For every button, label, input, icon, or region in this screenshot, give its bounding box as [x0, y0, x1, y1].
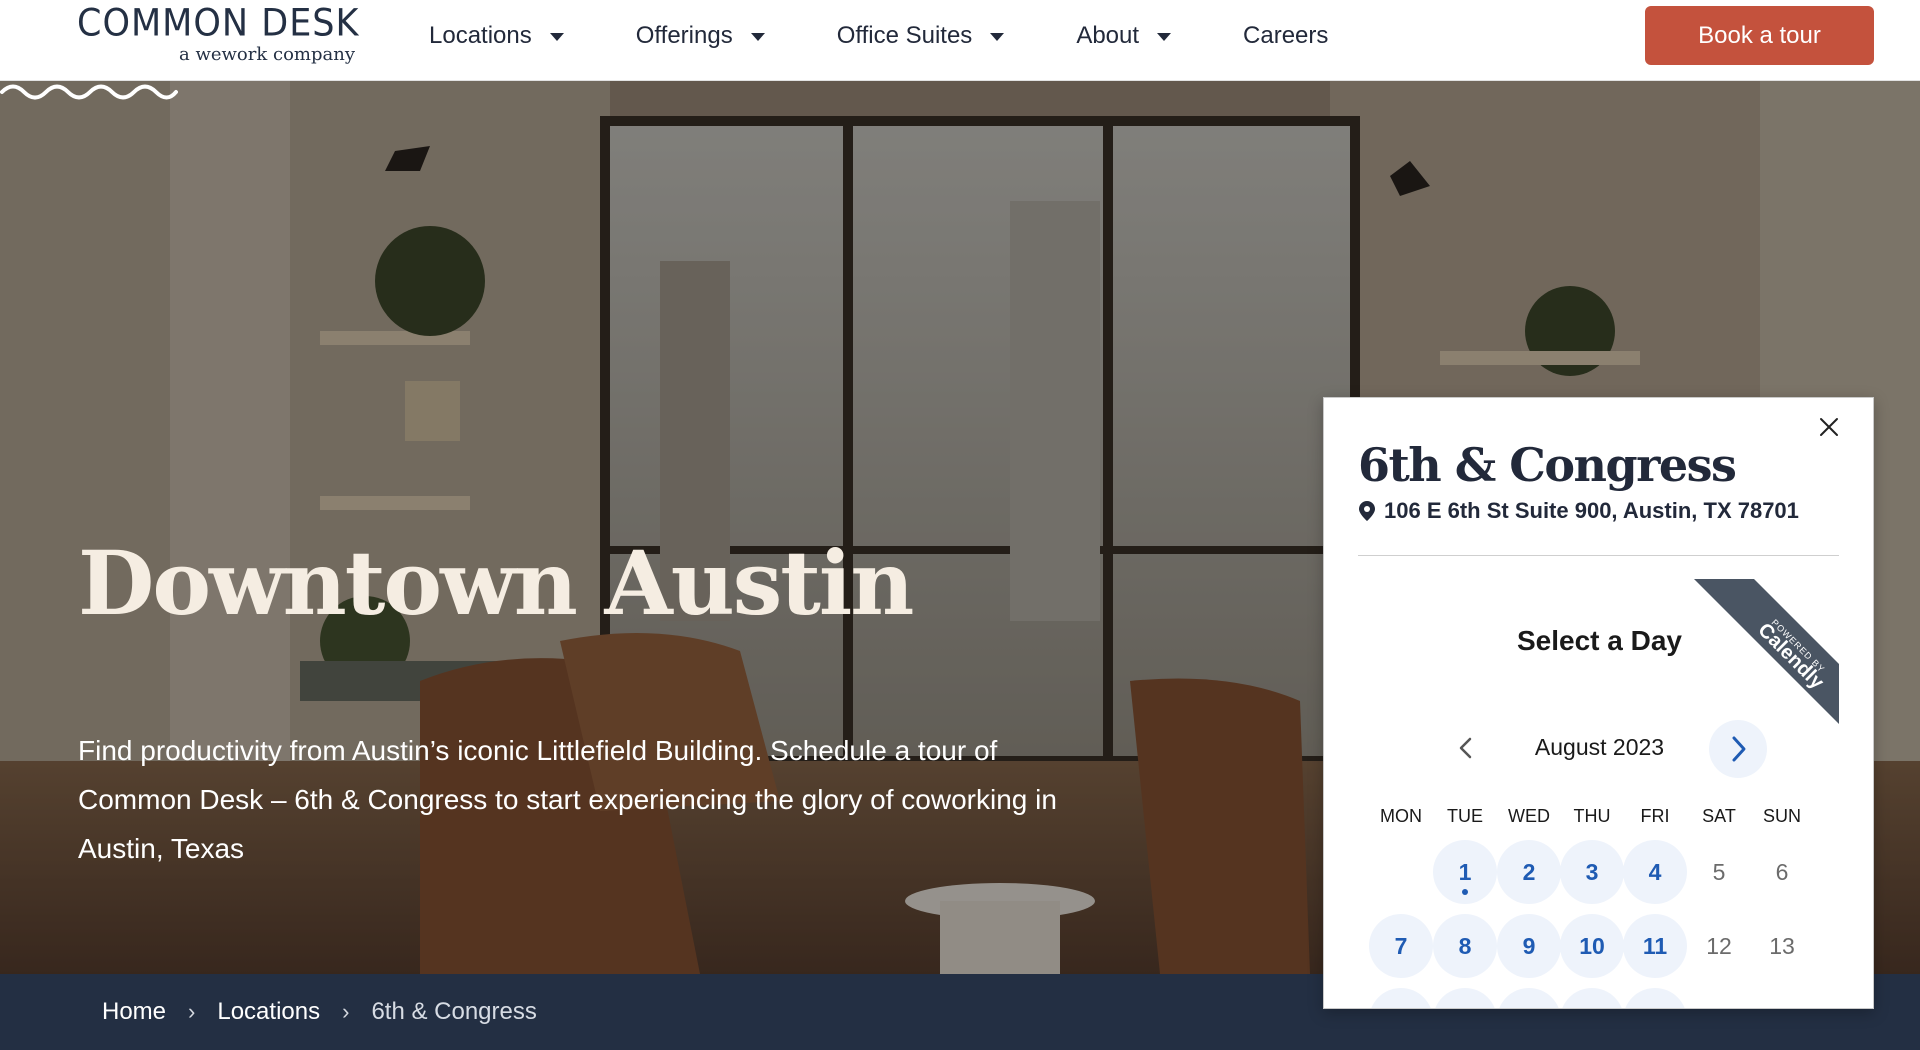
nav-about-label: About [1076, 22, 1140, 49]
calendar-day-unavailable: 20 [1750, 988, 1814, 1008]
logo[interactable]: COMMON DESK a wework company [77, 0, 360, 72]
calendar-day-number: 12 [1706, 933, 1732, 959]
weekday-wed: WED [1508, 806, 1550, 826]
chevron-down-icon [750, 33, 765, 41]
calendar-day-available[interactable]: 2 [1497, 840, 1561, 904]
breadcrumb-home[interactable]: Home [102, 998, 166, 1026]
location-title: 6th & Congress [1358, 438, 1737, 492]
calendar-day-number: 10 [1579, 933, 1605, 959]
today-indicator-dot [1462, 889, 1468, 895]
breadcrumb: Home › Locations › 6th & Congress [102, 974, 537, 1050]
nav-offerings-label: Offerings [635, 22, 733, 49]
calendar-day-number: 1 [1458, 859, 1472, 885]
calendar-day-number: 20 [1769, 1007, 1795, 1008]
calendar-day-available[interactable]: 10 [1560, 914, 1624, 978]
nav-office-suites[interactable]: Office Suites [837, 22, 1005, 50]
nav-careers-label: Careers [1243, 22, 1329, 49]
calendar-day-number: 2 [1522, 859, 1536, 885]
location-address-text: 106 E 6th St Suite 900, Austin, TX 78701 [1384, 498, 1799, 523]
calendar-day-number: 8 [1458, 933, 1472, 959]
logo-wordmark: COMMON DESK [77, 2, 360, 46]
calendar-day-available[interactable]: 18 [1623, 988, 1687, 1008]
hero-description: Find productivity from Austin’s iconic L… [78, 735, 1057, 864]
chevron-down-icon [990, 33, 1005, 41]
calendar-day-number: 5 [1712, 859, 1726, 885]
calendar-day-number: 18 [1642, 1007, 1668, 1008]
chevron-right-icon[interactable] [1709, 720, 1767, 778]
month-label: August 2023 [1534, 734, 1665, 760]
weekday-mon: MON [1380, 806, 1422, 826]
calendar-day-number: 14 [1388, 1007, 1414, 1008]
calendar-day-number: 6 [1775, 859, 1789, 885]
close-icon[interactable] [1814, 412, 1844, 442]
calendar-day-available[interactable]: 7 [1369, 914, 1433, 978]
chevron-down-icon [549, 33, 564, 41]
calendar-day-available[interactable]: 17 [1560, 988, 1624, 1008]
calendar-day-available[interactable]: 3 [1560, 840, 1624, 904]
weekday-sun: SUN [1762, 806, 1801, 826]
nav-about[interactable]: About [1076, 22, 1172, 50]
breadcrumb-separator-icon: › [342, 999, 350, 1024]
calendar-day-unavailable: 6 [1750, 840, 1814, 904]
calendar-day-available[interactable]: 9 [1497, 914, 1561, 978]
breadcrumb-locations[interactable]: Locations [217, 998, 320, 1026]
calendar-day-available[interactable]: 8 [1433, 914, 1497, 978]
calendar-day-unavailable: 12 [1687, 914, 1751, 978]
chevron-down-icon [1157, 33, 1172, 41]
calendar-day-available[interactable]: 4 [1623, 840, 1687, 904]
divider [1358, 555, 1839, 556]
calendar-day-unavailable: 5 [1687, 840, 1751, 904]
calendar-day-number: 16 [1516, 1007, 1542, 1008]
calendar-day-available[interactable]: 1 [1433, 840, 1497, 904]
calendar-day-number: 9 [1522, 933, 1536, 959]
nav-office-suites-label: Office Suites [836, 22, 973, 49]
calendar-day-available[interactable]: 15 [1433, 988, 1497, 1008]
breadcrumb-separator-icon: › [188, 999, 196, 1024]
nav-offerings[interactable]: Offerings [636, 22, 765, 50]
calendar-day-number: 7 [1394, 933, 1408, 959]
month-navigator: August 2023 [1324, 720, 1873, 778]
location-pin-icon [1359, 501, 1375, 521]
calendar-day-number: 4 [1648, 859, 1662, 885]
calendar-day-number: 19 [1706, 1007, 1732, 1008]
calendar-day-available[interactable]: 14 [1369, 988, 1433, 1008]
weekday-fri: FRI [1640, 806, 1670, 826]
weekday-sat: SAT [1702, 806, 1736, 826]
calendar-day-number: 17 [1579, 1007, 1605, 1008]
tour-scheduler-modal: 6th & Congress 106 E 6th St Suite 900, A… [1323, 397, 1874, 1009]
calendar-day-unavailable: 19 [1687, 988, 1751, 1008]
logo-tagline: a wework company [179, 44, 355, 65]
weekday-tue: TUE [1447, 806, 1483, 826]
breadcrumb-current: 6th & Congress [371, 998, 537, 1025]
weekday-thu: THU [1573, 806, 1611, 826]
main-nav: Locations Offerings Office Suites About … [429, 16, 1328, 56]
location-address: 106 E 6th St Suite 900, Austin, TX 78701 [1358, 498, 1799, 524]
wave-divider-icon [0, 84, 178, 100]
nav-locations-label: Locations [429, 22, 532, 49]
calendar-day-number: 13 [1769, 933, 1795, 959]
nav-locations[interactable]: Locations [429, 22, 564, 50]
book-tour-button[interactable]: Book a tour [1645, 6, 1874, 65]
calendar-day-number: 11 [1642, 933, 1668, 959]
site-header: COMMON DESK a wework company Locations O… [0, 0, 1920, 81]
calendar-day-unavailable: 13 [1750, 914, 1814, 978]
powered-by-calendly-badge[interactable]: POWERED BY Calendly [1694, 579, 1839, 724]
calendar-day-number: 15 [1452, 1007, 1478, 1008]
calendar-day-available[interactable]: 16 [1497, 988, 1561, 1008]
nav-careers[interactable]: Careers [1243, 22, 1328, 50]
calendar-day-number: 3 [1585, 859, 1599, 885]
calendar-day-available[interactable]: 11 [1623, 914, 1687, 978]
hero-title: Downtown Austin [78, 531, 914, 635]
